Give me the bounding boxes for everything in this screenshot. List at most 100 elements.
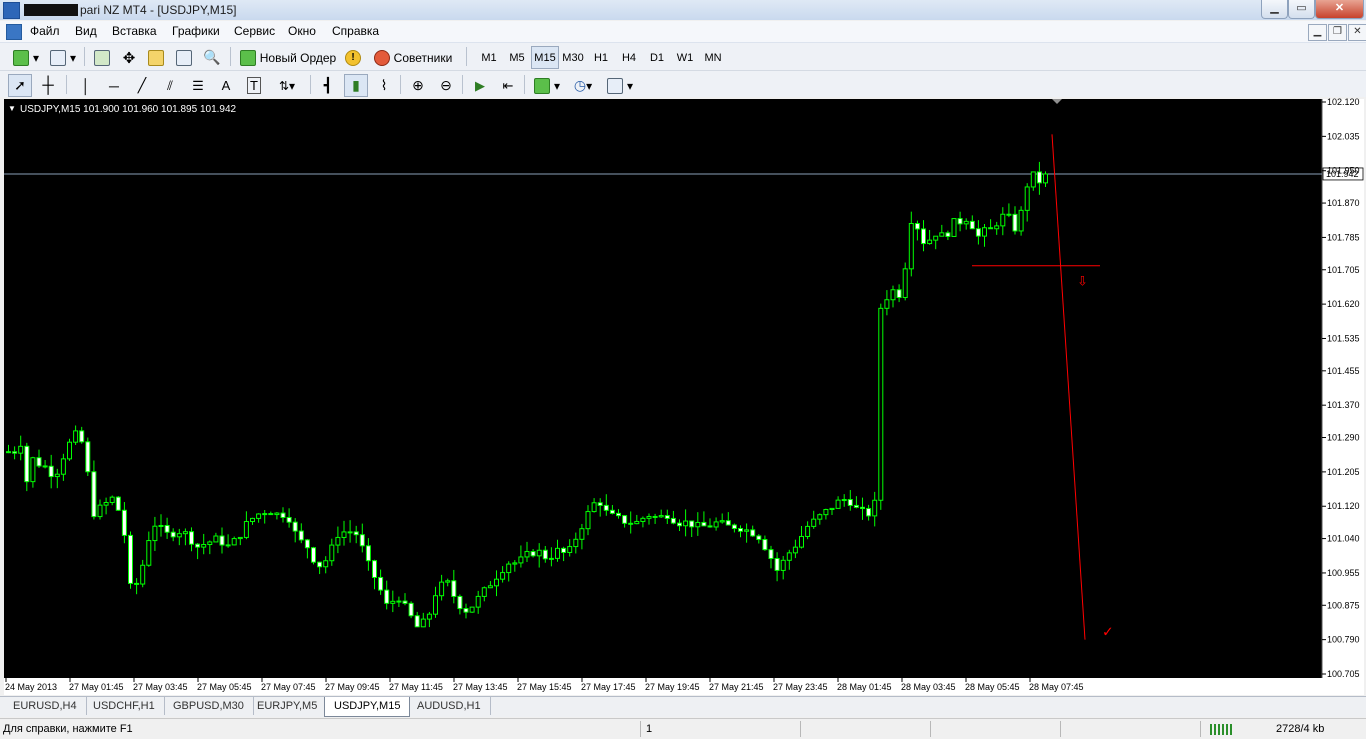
chart-tab-usdjpy-m15[interactable]: USDJPY,M15 [324,697,411,717]
menu-charts[interactable]: Графики [172,24,220,38]
close-icon[interactable]: ✕ [1315,0,1364,19]
plot-area[interactable] [4,99,1322,678]
candlestick-button[interactable]: ▮ [344,74,368,97]
window-title: pari NZ MT4 - [USDJPY,M15] [80,3,237,17]
chart-tab-gbpusd-m30[interactable]: GBPUSD,M30 [164,697,254,715]
vertical-line-button[interactable]: │ [74,74,98,97]
menu-help[interactable]: Справка [332,24,379,38]
candle-body [847,499,853,506]
tf-m15-button[interactable]: M15 [531,46,559,69]
indicators-button[interactable]: ▾ [530,74,564,97]
autotrading-warning-button[interactable]: ! [342,46,364,69]
mdi-close-icon[interactable]: ✕ [1348,24,1366,41]
mdi-minimize-icon[interactable]: ▁ [1308,24,1327,41]
candle-body [622,515,628,524]
terminal-button[interactable] [172,46,196,69]
candle-body [939,232,945,237]
status-help-text: Для справки, нажмите F1 [3,723,133,735]
advisors-button[interactable]: Советники [368,46,458,69]
menu-file[interactable]: Файл [30,24,60,38]
channel-button[interactable]: ⫽ [158,74,182,97]
menu-view[interactable]: Вид [75,24,97,38]
candle-body [738,528,743,532]
tf-mn-button[interactable]: MN [699,46,727,69]
candle-body [189,531,194,545]
arrows-button[interactable]: ⇅▾ [270,74,304,97]
check-mark-icon[interactable]: ✓ [1102,625,1114,641]
candle-body [487,585,493,589]
new-chart-button[interactable]: ▾ [8,46,44,69]
mdi-restore-icon[interactable]: ❐ [1328,24,1347,41]
navigator-button[interactable]: ✥ [117,46,141,69]
x-tick-label: 27 May 01:45 [69,682,124,692]
autoscroll-button[interactable]: ▶ [468,74,492,97]
minimize-icon[interactable]: ▁ [1261,0,1288,19]
tf-m5-button[interactable]: M5 [503,46,531,69]
candle-body [542,549,548,560]
y-tick-label: 101.870 [1327,198,1360,208]
trendline-button[interactable]: ╱ [130,74,154,97]
candle-body [1030,171,1036,188]
cursor-button[interactable]: ➚ [8,74,32,97]
status-profile: 1 [646,723,653,735]
label-button[interactable]: T [242,74,266,97]
menu-window[interactable]: Окно [288,24,316,38]
y-tick-label: 101.455 [1327,366,1360,376]
candle-body [835,499,841,509]
line-chart-button[interactable]: ⌇ [372,74,396,97]
periodicity-button[interactable]: ◷ ▾ [566,74,600,97]
text-label-icon: T [247,77,261,94]
candle-body [823,508,829,516]
sell-arrow-icon[interactable]: ⇩ [1077,275,1088,290]
chart-dropdown-icon[interactable]: ▼ [8,104,16,113]
candle-body [914,223,920,230]
chart-shift-button[interactable]: ⇤ [496,74,520,97]
app-icon [3,2,20,19]
chart-tab-audusd-h1[interactable]: AUDUSD,H1 [408,697,491,715]
y-tick-label: 100.955 [1327,568,1360,578]
market-watch-button[interactable] [90,46,114,69]
zoom-out-button[interactable]: ⊖ [434,74,458,97]
text-button[interactable]: A [214,74,238,97]
candle-body [304,539,310,549]
bar-chart-button[interactable]: ┫ [316,74,340,97]
crosshair-icon: ┼ [42,76,54,94]
data-window-button[interactable] [144,46,168,69]
candle-body [616,512,621,517]
profiles-button[interactable]: ▾ [46,46,80,69]
crosshair-button[interactable]: ┼ [36,74,60,97]
chart-window[interactable]: 101.942 ⇩ ✓ 102.120 102.035 101.950 101.870 1… [0,97,1366,695]
tf-w1-button[interactable]: W1 [671,46,699,69]
y-tick-label: 101.535 [1327,333,1360,343]
crosshair-move-icon: ✥ [122,49,136,67]
new-order-button[interactable]: Новый Ордер [236,46,340,69]
candle-body [134,582,140,585]
line-chart-icon: ⌇ [380,77,388,93]
menu-tools[interactable]: Сервис [234,24,275,38]
tester-button[interactable]: 🔍 [200,46,224,69]
y-tick-label: 101.785 [1327,232,1360,242]
tf-d1-button[interactable]: D1 [643,46,671,69]
document-icon[interactable] [6,24,22,40]
tf-h4-button[interactable]: H4 [615,46,643,69]
tf-h1-button[interactable]: H1 [587,46,615,69]
zoom-in-button[interactable]: ⊕ [406,74,430,97]
x-tick-label: 28 May 05:45 [965,682,1020,692]
chart-tab-eurjpy-m5[interactable]: EURJPY,M5 [248,697,328,715]
cursor-icon: ➚ [14,77,26,93]
candle-body [207,541,213,546]
fibo-button[interactable]: ☰ [186,74,210,97]
templates-button[interactable]: ▾ [602,74,638,97]
candle-body [603,504,609,511]
candle-body [73,430,79,443]
menu-insert[interactable]: Вставка [112,24,157,38]
maximize-icon[interactable]: ▭ [1288,0,1315,19]
horizontal-line-button[interactable]: ─ [102,74,126,97]
chart-tab-eurusd-h4[interactable]: EURUSD,H4 [4,697,87,715]
candle-body [689,520,695,528]
tf-m30-button[interactable]: M30 [559,46,587,69]
price-chart[interactable]: 101.942 ⇩✓ 102.120102.035101.950101.8701… [0,97,1366,695]
tf-m1-button[interactable]: M1 [475,46,503,69]
zoom-in-icon: ⊕ [412,77,424,93]
chart-tab-usdchf-h1[interactable]: USDCHF,H1 [84,697,165,715]
